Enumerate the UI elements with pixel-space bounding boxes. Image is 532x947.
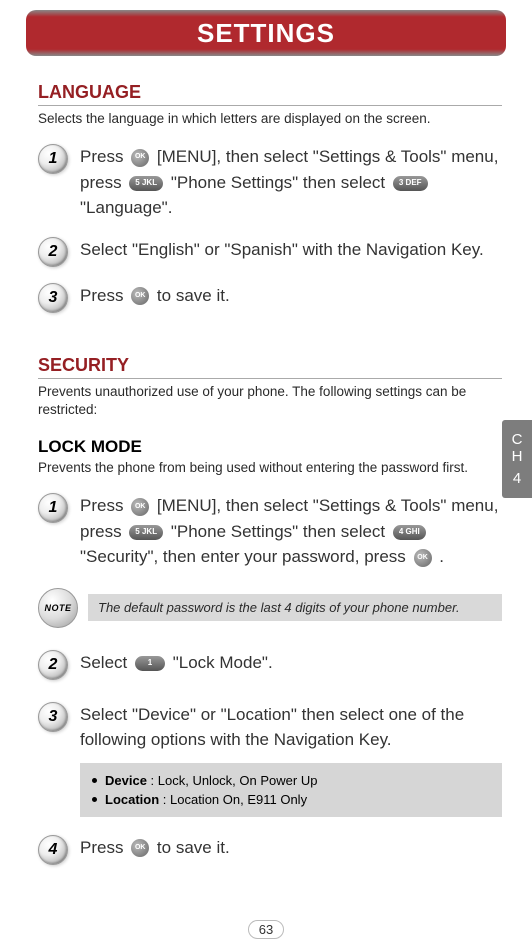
- text-segment: Press: [80, 286, 128, 305]
- text-segment: Select: [80, 653, 132, 672]
- ok-button-icon: OK: [414, 549, 432, 567]
- key-3-icon: 3 DEF: [393, 176, 428, 191]
- step-text: Select 1 "Lock Mode".: [80, 650, 502, 676]
- option-device: Device : Lock, Unlock, On Power Up: [92, 771, 490, 790]
- key-1-icon: 1: [135, 656, 165, 671]
- section-security-desc: Prevents unauthorized use of your phone.…: [38, 383, 502, 419]
- step-number: 1: [38, 493, 68, 523]
- text-segment: .: [439, 547, 444, 566]
- note-text: The default password is the last 4 digit…: [88, 594, 502, 621]
- subsection-lockmode-desc: Prevents the phone from being used witho…: [38, 459, 502, 477]
- language-step-1: 1 Press OK [MENU], then select "Settings…: [38, 144, 502, 221]
- chapter-tab-c: C: [512, 431, 523, 448]
- lockmode-step-4: 4 Press OK to save it.: [38, 835, 502, 865]
- text-segment: to save it.: [157, 286, 230, 305]
- option-label: Location: [105, 792, 159, 807]
- lockmode-step-3: 3 Select "Device" or "Location" then sel…: [38, 702, 502, 753]
- chapter-tab: C H 4: [502, 420, 532, 498]
- text-segment: "Lock Mode".: [173, 653, 273, 672]
- step-text: Press OK to save it.: [80, 835, 502, 861]
- text-segment: "Language".: [80, 198, 172, 217]
- step-text: Press OK [MENU], then select "Settings &…: [80, 493, 502, 570]
- key-5-icon: 5 JKL: [129, 176, 163, 191]
- ok-button-icon: OK: [131, 839, 149, 857]
- option-values: : Lock, Unlock, On Power Up: [147, 773, 318, 788]
- section-language-title: LANGUAGE: [38, 82, 502, 106]
- content-area: LANGUAGE Selects the language in which l…: [0, 82, 532, 865]
- ok-button-icon: OK: [131, 287, 149, 305]
- text-segment: "Phone Settings" then select: [171, 522, 390, 541]
- note-row: NOTE The default password is the last 4 …: [38, 588, 502, 628]
- step-number: 4: [38, 835, 68, 865]
- key-5-icon: 5 JKL: [129, 525, 163, 540]
- lockmode-step-2: 2 Select 1 "Lock Mode".: [38, 650, 502, 680]
- text-segment: Press: [80, 838, 128, 857]
- ok-button-icon: OK: [131, 498, 149, 516]
- ok-button-icon: OK: [131, 149, 149, 167]
- text-segment: "Security", then enter your password, pr…: [80, 547, 411, 566]
- page-title: SETTINGS: [197, 18, 335, 49]
- step-number: 2: [38, 237, 68, 267]
- options-box: Device : Lock, Unlock, On Power Up Locat…: [80, 763, 502, 817]
- step-number: 3: [38, 702, 68, 732]
- step-text: Select "English" or "Spanish" with the N…: [80, 237, 502, 263]
- page-number: 63: [248, 920, 284, 939]
- text-segment: to save it.: [157, 838, 230, 857]
- header-bar: SETTINGS: [26, 10, 506, 56]
- option-location: Location : Location On, E911 Only: [92, 790, 490, 809]
- text-segment: Press: [80, 147, 128, 166]
- text-segment: Press: [80, 496, 128, 515]
- step-number: 3: [38, 283, 68, 313]
- step-text: Press OK [MENU], then select "Settings &…: [80, 144, 502, 221]
- language-step-2: 2 Select "English" or "Spanish" with the…: [38, 237, 502, 267]
- step-text: Press OK to save it.: [80, 283, 502, 309]
- section-security-title: SECURITY: [38, 355, 502, 379]
- note-icon-label: NOTE: [44, 603, 71, 613]
- step-number: 1: [38, 144, 68, 174]
- key-4-icon: 4 GHI: [393, 525, 426, 540]
- option-values: : Location On, E911 Only: [159, 792, 307, 807]
- chapter-tab-num: 4: [513, 470, 521, 487]
- subsection-lockmode-title: LOCK MODE: [38, 437, 502, 457]
- lockmode-step-1: 1 Press OK [MENU], then select "Settings…: [38, 493, 502, 570]
- bullet-icon: [92, 797, 97, 802]
- chapter-tab-h: H: [512, 448, 523, 465]
- option-label: Device: [105, 773, 147, 788]
- text-segment: "Phone Settings" then select: [171, 173, 390, 192]
- language-step-3: 3 Press OK to save it.: [38, 283, 502, 313]
- bullet-icon: [92, 778, 97, 783]
- step-number: 2: [38, 650, 68, 680]
- step-text: Select "Device" or "Location" then selec…: [80, 702, 502, 753]
- section-language-desc: Selects the language in which letters ar…: [38, 110, 502, 128]
- note-icon: NOTE: [38, 588, 78, 628]
- page-number-wrap: 63: [0, 920, 532, 939]
